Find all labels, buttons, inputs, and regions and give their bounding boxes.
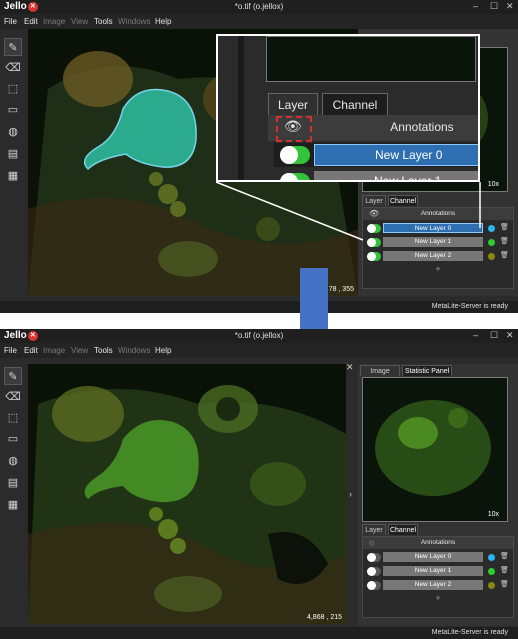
layer-color[interactable] [488,582,495,589]
tab-layer-zoomed[interactable]: Layer [268,93,318,115]
close-panel-icon[interactable]: ✕ [346,362,354,373]
cursor-coordinates: 4,868 , 215 [306,614,342,621]
layer-name[interactable]: New Layer 2 [383,580,483,590]
status-bar: MetaLite-Server is ready [0,627,518,639]
maximize-button[interactable]: ☐ [490,330,498,341]
tab-statistic-panel[interactable]: Statistic Panel [402,365,452,376]
title-bar: Jello ✕ *o.tif (o.jellox) – ☐ ✕ [0,329,518,343]
layer-row[interactable]: New Layer 2 🗑 [363,579,513,592]
tool-sidebar: ✎ ⌫ ⬚ ▭ ◍ ▤ ▦ [0,358,26,639]
menu-view[interactable]: View [71,346,88,355]
eye-icon[interactable]: 👁 [284,118,302,135]
trash-icon[interactable]: 🗑 [500,566,509,574]
menu-windows[interactable]: Windows [118,346,150,355]
layer-tabs: Layer Channel [358,524,518,536]
layer-row[interactable]: New Layer 1 🗑 [363,565,513,578]
tab-image-panel[interactable]: Image Panel [360,365,400,386]
top-screenshot: Jello ✕ *o.tif (o.jellox) – ☐ ✕ File Edit… [0,0,518,313]
pencil-icon[interactable]: ✎ [4,367,22,385]
rect-select-icon[interactable]: ⬚ [4,409,22,427]
add-layer-button[interactable]: + [363,593,513,603]
thumbnail-view[interactable]: 10x [362,377,508,522]
layer-row-zoomed[interactable]: New Layer 0 [274,143,478,167]
layer-visibility-toggle[interactable] [367,567,381,576]
layer-visibility-toggle[interactable] [367,581,381,590]
menu-image[interactable]: Image [43,346,65,355]
zoom-level[interactable]: 10x [488,511,499,518]
side-panel: Image Panel Statistic Panel 10x Layer Ch… [358,364,518,626]
tissue-image [28,364,346,624]
eraser-icon[interactable]: ⌫ [4,388,22,406]
export-icon[interactable]: ▤ [4,474,22,492]
layer-color[interactable] [488,568,495,575]
layer-name[interactable]: New Layer 0 [383,552,483,562]
minimize-button[interactable]: – [473,330,478,340]
tab-channel[interactable]: Channel [388,524,418,535]
layer-list: ⦸ Annotations New Layer 0 🗑 New Layer 1 … [362,536,514,618]
trash-icon[interactable]: 🗑 [500,580,509,588]
bottom-screenshot: Jello ✕ *o.tif (o.jellox) – ☐ ✕ File Edit… [0,329,518,639]
tab-channel-zoomed[interactable]: Channel [322,93,388,115]
zoom-callout: Layer Channel Annotations 👁 New Layer 0 … [216,34,480,182]
close-button[interactable]: ✕ [506,330,514,341]
panel-tabs: Image Panel Statistic Panel [358,365,518,386]
tab-layer[interactable]: Layer [362,524,386,535]
layer-visibility-toggle[interactable] [367,553,381,562]
palette-icon[interactable]: ◍ [4,452,22,470]
menu-file[interactable]: File [4,346,17,355]
eye-hidden-icon[interactable]: ⦸ [369,537,374,549]
layer-name[interactable]: New Layer 1 [383,566,483,576]
region-icon[interactable]: ▭ [4,430,22,448]
trash-icon[interactable]: 🗑 [500,552,509,560]
status-text: MetaLite-Server is ready [431,629,508,636]
layer-color[interactable] [488,554,495,561]
layer-row[interactable]: New Layer 0 🗑 [363,551,513,564]
layer-row-zoomed[interactable]: New Layer 1 [274,170,478,180]
menu-bar: File Edit Image View Tools Windows Help [0,343,518,358]
collapse-panel-icon[interactable]: › [349,489,352,499]
menu-help[interactable]: Help [155,346,171,355]
menu-tools[interactable]: Tools [94,346,113,355]
annotations-header: ⦸ Annotations [363,537,513,549]
clipboard-icon[interactable]: ▦ [4,496,22,514]
image-canvas[interactable]: 4,868 , 215 [28,364,346,624]
window-title: *o.tif (o.jellox) [234,331,284,340]
menu-edit[interactable]: Edit [24,346,38,355]
